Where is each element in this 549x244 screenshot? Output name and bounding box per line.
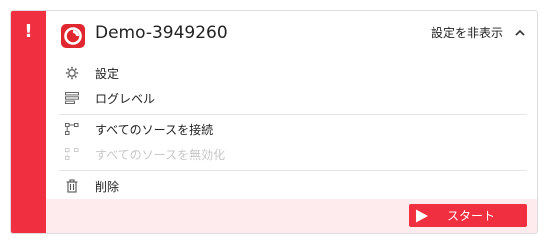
chevron-up-icon: [513, 26, 527, 40]
hide-settings-button[interactable]: 設定を非表示: [431, 24, 527, 41]
trash-icon: [65, 179, 79, 193]
list-lines-icon: [65, 91, 79, 105]
start-button[interactable]: スタート: [409, 204, 527, 227]
divider: [59, 114, 527, 115]
app-logo-icon: [61, 24, 85, 48]
connect-sources-icon: [65, 122, 79, 136]
start-button-label: スタート: [447, 209, 496, 223]
exclamation-icon: !: [24, 21, 33, 42]
flow-card: ! Demo-3949260 設定を非表示 設定 ログレベル すべてのソースを接…: [10, 10, 538, 234]
menu-item-delete[interactable]: 削除: [65, 177, 119, 195]
app-title: Demo-3949260: [95, 23, 228, 43]
divider: [59, 170, 527, 171]
gear-icon: [65, 66, 79, 80]
menu-item-log-level[interactable]: ログレベル: [65, 89, 155, 107]
play-icon: [415, 209, 429, 223]
menu-item-delete-label: 削除: [95, 179, 120, 194]
alert-bar: !: [11, 11, 46, 233]
hide-settings-label: 設定を非表示: [431, 26, 504, 40]
menu-item-connect-all-label: すべてのソースを接続: [95, 122, 214, 137]
menu-item-log-level-label: ログレベル: [95, 91, 156, 106]
menu-item-settings-label: 設定: [95, 66, 120, 81]
disable-sources-icon: [65, 147, 79, 161]
menu-item-connect-all[interactable]: すべてのソースを接続: [65, 120, 213, 138]
menu-item-settings[interactable]: 設定: [65, 64, 119, 82]
card-footer: スタート: [46, 199, 537, 233]
menu-item-disable-all-label: すべてのソースを無効化: [95, 147, 226, 162]
menu-item-disable-all: すべてのソースを無効化: [65, 145, 225, 163]
